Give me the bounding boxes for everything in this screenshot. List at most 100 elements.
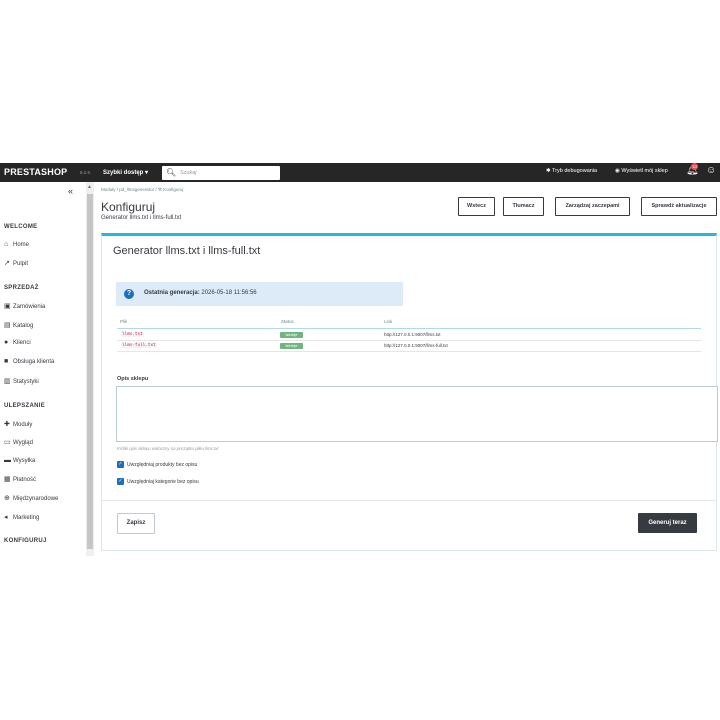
account-icon: ● xyxy=(4,339,9,346)
sidebar-item-marketing[interactable]: ◂ Marketing xyxy=(4,513,39,521)
trending-icon: ↗ xyxy=(4,260,10,267)
translate-button[interactable]: Tłumacz xyxy=(503,197,544,216)
puzzle-icon: ✚ xyxy=(4,421,10,428)
globe-icon: ⊕ xyxy=(4,495,10,502)
back-button[interactable]: Wstecz xyxy=(458,197,495,216)
bug-icon: ✱ xyxy=(546,168,551,174)
breadcrumb-modules[interactable]: Moduły xyxy=(101,187,116,192)
sidebar-item-stats[interactable]: ▥ Statystyki xyxy=(4,377,39,385)
save-button[interactable]: Zapisz xyxy=(117,513,155,534)
sidebar-item-label: Wysyłka xyxy=(13,458,36,464)
sidebar-section-configure: KONFIGURUJ xyxy=(4,538,47,544)
shop-description-textarea[interactable] xyxy=(116,386,718,442)
status-badge: Istnieje xyxy=(280,343,303,349)
page-title: Konfiguruj xyxy=(101,200,156,214)
notifications-badge: 10 xyxy=(691,163,698,170)
page-subtitle: Generator llms.txt i llms-full.txt xyxy=(101,215,182,221)
sidebar-item-design[interactable]: ▭ Wygląd xyxy=(4,438,33,446)
sidebar-item-home[interactable]: ⌂ Home xyxy=(4,241,29,248)
shop-description-label: Opis sklepu xyxy=(117,376,149,382)
debug-mode-label: Tryb debugowania xyxy=(552,168,598,174)
version-label: 8.2.6 xyxy=(80,170,91,175)
generate-now-button[interactable]: Generuj teraz xyxy=(638,513,697,533)
card-footer-divider xyxy=(102,500,716,501)
column-header-file: Plik xyxy=(120,319,128,324)
breadcrumb-module[interactable]: pd_llmsgenerator xyxy=(119,187,154,192)
help-icon: ? xyxy=(124,289,134,299)
store-icon: ▤ xyxy=(4,322,11,329)
collapse-sidebar-icon[interactable]: « xyxy=(68,186,73,196)
sidebar-item-label: Klienci xyxy=(13,340,31,346)
check-updates-button[interactable]: Sprawdź aktualizacje xyxy=(641,197,717,216)
view-shop-link[interactable]: ◉ Wyświetl mój sklep xyxy=(615,168,668,174)
sidebar-item-pulpit[interactable]: ↗ Pulpit xyxy=(4,259,28,267)
prestashop-logo[interactable]: PRESTASHOP xyxy=(4,167,67,177)
table-row-divider xyxy=(117,351,701,352)
sidebar-section-welcome: WELCOME xyxy=(4,224,38,230)
last-generation-alert: ? Ostatnia generacja: 2026-05-18 11:56:5… xyxy=(116,282,403,306)
sidebar-item-label: Wygląd xyxy=(13,440,33,446)
campaign-icon: ◂ xyxy=(4,514,8,521)
sidebar-item-label: Katalog xyxy=(13,323,34,329)
sidebar-item-customer-service[interactable]: ■ Obsługa klienta xyxy=(4,358,54,365)
sidebar-item-label: Międzynarodowe xyxy=(13,496,59,502)
debug-mode-link[interactable]: ✱ Tryb debugowania xyxy=(546,168,597,174)
sidebar: « ▲ WELCOME ⌂ Home ↗ Pulpit SPRZEDAŻ ▣ Zamó… xyxy=(0,182,94,556)
sidebar-section-improve: ULEPSZANIE xyxy=(4,403,46,409)
column-header-link: Link xyxy=(384,319,393,324)
sidebar-item-catalog[interactable]: ▤ Katalog xyxy=(4,321,33,329)
search-input[interactable]: Szukaj xyxy=(180,170,197,176)
sidebar-item-orders[interactable]: ▣ Zamówienia xyxy=(4,302,45,310)
home-icon: ⌂ xyxy=(4,241,9,248)
include-categories-label[interactable]: Uwzględniaj kategorie bez opisu xyxy=(127,479,199,485)
sidebar-item-modules[interactable]: ✚ Moduły xyxy=(4,420,32,428)
include-categories-checkbox[interactable]: ✓ xyxy=(117,478,124,485)
card-title: Generator llms.txt i llms-full.txt xyxy=(113,245,261,257)
manage-hooks-button[interactable]: Zarządzaj zaczepami xyxy=(555,197,630,216)
breadcrumb: Moduły / pd_llmsgenerator / ⚒ Konfiguruj xyxy=(101,187,183,193)
sidebar-item-label: Moduły xyxy=(13,422,33,428)
alert-label: Ostatnia generacja: xyxy=(144,290,200,296)
sidebar-item-label: Home xyxy=(13,242,30,248)
sidebar-item-label: Statystyki xyxy=(13,379,39,385)
include-products-checkbox[interactable]: ✓ xyxy=(117,461,124,468)
alert-text: Ostatnia generacja: 2026-05-18 11:56:56 xyxy=(144,290,257,296)
chart-icon: ▥ xyxy=(4,378,11,385)
alert-value: 2026-05-18 11:56:56 xyxy=(201,290,257,296)
file-link[interactable]: http://127.0.0.1:9007/llms-full.txt xyxy=(384,343,448,348)
table-header-divider xyxy=(117,328,701,329)
user-account-icon[interactable]: ☺︎ xyxy=(706,165,716,176)
breadcrumb-current: Konfiguruj xyxy=(163,187,184,192)
sidebar-item-label: Obsługa klienta xyxy=(13,359,55,365)
payment-icon: ▦ xyxy=(4,476,11,483)
sidebar-scroll-thumb[interactable] xyxy=(87,194,93,549)
view-shop-label: Wyświetl mój sklep xyxy=(621,168,668,174)
sidebar-section-sales: SPRZEDAŻ xyxy=(4,285,39,291)
cart-icon: ▣ xyxy=(4,303,11,310)
include-products-label[interactable]: Uwzględniaj produkty bez opisu xyxy=(127,462,197,468)
scroll-up-icon[interactable]: ▲ xyxy=(87,184,92,190)
truck-icon: ▬ xyxy=(4,457,11,464)
sidebar-item-international[interactable]: ⊕ Międzynarodowe xyxy=(4,494,58,502)
search-box[interactable]: 🔍︎ Szukaj xyxy=(162,166,280,180)
column-header-status: Status xyxy=(281,319,294,324)
sidebar-item-shipping[interactable]: ▬ Wysyłka xyxy=(4,457,35,464)
sidebar-item-label: Zamówienia xyxy=(13,304,46,310)
sidebar-item-label: Pulpit xyxy=(13,261,29,267)
sidebar-item-payment[interactable]: ▦ Płatność xyxy=(4,475,36,483)
eye-icon: ◉ xyxy=(615,168,620,174)
wrench-icon: ⚒ xyxy=(157,187,162,192)
table-row-divider xyxy=(117,340,701,341)
file-name: llms-full.txt xyxy=(121,343,157,348)
quick-access-dropdown[interactable]: Szybki dostęp ▾ xyxy=(103,169,148,176)
chat-icon: ■ xyxy=(4,358,9,365)
description-help-text: Krótki opis sklepu widoczny na początku … xyxy=(117,446,219,451)
sidebar-item-label: Marketing xyxy=(13,515,40,521)
desktop-icon: ▭ xyxy=(4,439,11,446)
file-link[interactable]: http://127.0.0.1:9007/llms.txt xyxy=(384,332,441,337)
sidebar-item-customers[interactable]: ● Klienci xyxy=(4,339,31,346)
sidebar-item-label: Płatność xyxy=(13,477,37,483)
status-badge: Istnieje xyxy=(280,332,303,338)
file-name: llms.txt xyxy=(121,332,144,337)
search-icon[interactable]: 🔍︎ xyxy=(166,168,176,177)
